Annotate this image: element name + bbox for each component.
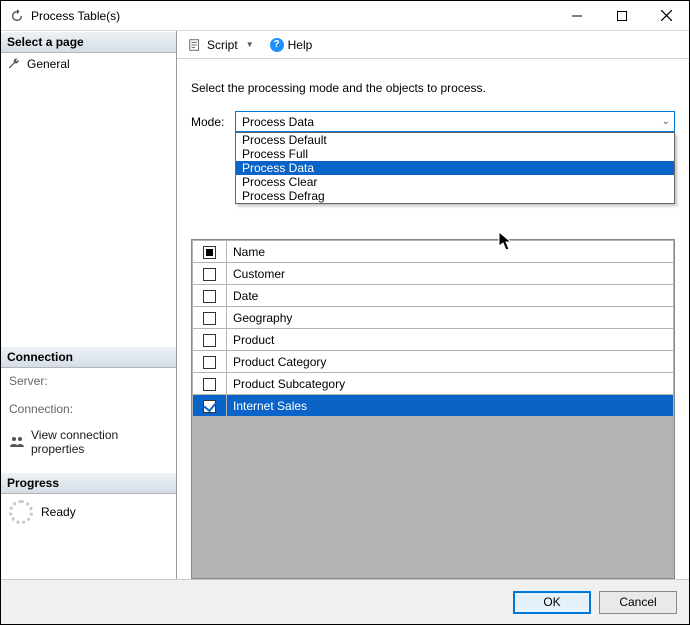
objects-table: Name Customer Date — [192, 240, 674, 417]
ok-button[interactable]: OK — [513, 591, 591, 614]
mode-option[interactable]: Process Data — [236, 161, 674, 175]
spinner-icon — [9, 500, 33, 524]
mode-option[interactable]: Process Defrag — [236, 189, 674, 203]
content: Select the processing mode and the objec… — [177, 59, 689, 579]
instruction-text: Select the processing mode and the objec… — [177, 59, 689, 111]
row-name: Internet Sales — [227, 395, 674, 417]
help-icon: ? — [270, 38, 284, 52]
mode-selected-value: Process Data — [242, 115, 314, 129]
table-row[interactable]: Customer — [193, 263, 674, 285]
wrench-icon — [7, 57, 21, 71]
connection-header: Connection — [1, 346, 176, 368]
toolbar: Script ▼ ? Help — [177, 31, 689, 59]
mode-dropdown: Process Default Process Full Process Dat… — [235, 132, 675, 204]
row-name: Product — [227, 329, 674, 351]
progress-status: Ready — [41, 505, 76, 519]
row-checkbox[interactable] — [203, 378, 216, 391]
people-icon — [9, 434, 25, 450]
script-button[interactable]: Script ▼ — [183, 35, 262, 55]
titlebar: Process Table(s) — [1, 1, 689, 31]
objects-grid: Name Customer Date — [191, 239, 675, 579]
row-checkbox[interactable] — [203, 312, 216, 325]
mode-option[interactable]: Process Clear — [236, 175, 674, 189]
table-row[interactable]: Product Category — [193, 351, 674, 373]
mode-row: Mode: Process Data ⌄ Process Default Pro… — [177, 111, 689, 132]
client-area: Select a page General Connection Server:… — [1, 31, 689, 579]
checkbox-indeterminate-icon — [203, 246, 216, 259]
table-header-row: Name — [193, 241, 674, 263]
row-checkbox[interactable] — [203, 290, 216, 303]
view-connection-properties-label: View connection properties — [31, 428, 170, 456]
chevron-down-icon[interactable]: ▼ — [242, 40, 258, 49]
row-checkbox[interactable] — [203, 356, 216, 369]
row-name: Product Subcategory — [227, 373, 674, 395]
refresh-icon — [9, 8, 25, 24]
mode-combobox[interactable]: Process Data ⌄ Process Default Process F… — [235, 111, 675, 132]
nav-item-label: General — [27, 57, 70, 71]
sidebar: Select a page General Connection Server:… — [1, 31, 177, 579]
mode-label: Mode: — [191, 115, 229, 129]
row-checkbox[interactable] — [203, 334, 216, 347]
progress-header: Progress — [1, 472, 176, 494]
row-name: Date — [227, 285, 674, 307]
table-row[interactable]: Product — [193, 329, 674, 351]
dialog-footer: OK Cancel — [1, 579, 689, 624]
page-nav: General — [1, 53, 176, 346]
connection-label: Connection: — [1, 396, 176, 424]
row-name: Product Category — [227, 351, 674, 373]
close-button[interactable] — [644, 1, 689, 30]
select-page-header: Select a page — [1, 31, 176, 53]
row-checkbox[interactable] — [203, 400, 216, 413]
view-connection-properties[interactable]: View connection properties — [1, 424, 176, 472]
row-checkbox[interactable] — [203, 268, 216, 281]
table-row[interactable]: Date — [193, 285, 674, 307]
chevron-down-icon: ⌄ — [662, 116, 670, 127]
mode-option[interactable]: Process Full — [236, 147, 674, 161]
table-row[interactable]: Product Subcategory — [193, 373, 674, 395]
progress-panel: Progress Ready — [1, 472, 176, 530]
minimize-button[interactable] — [554, 1, 599, 30]
help-label: Help — [288, 38, 313, 52]
window-title: Process Table(s) — [31, 9, 554, 23]
table-row[interactable]: Geography — [193, 307, 674, 329]
connection-panel: Connection Server: Connection: View conn… — [1, 346, 176, 472]
header-checkbox-cell[interactable] — [193, 241, 227, 263]
server-label: Server: — [1, 368, 176, 396]
mode-option[interactable]: Process Default — [236, 133, 674, 147]
row-name: Geography — [227, 307, 674, 329]
column-header-name[interactable]: Name — [227, 241, 674, 263]
nav-item-general[interactable]: General — [1, 56, 176, 72]
script-label: Script — [207, 38, 238, 52]
help-button[interactable]: ? Help — [266, 36, 317, 54]
row-name: Customer — [227, 263, 674, 285]
main-panel: Script ▼ ? Help Select the processing mo… — [177, 31, 689, 579]
maximize-button[interactable] — [599, 1, 644, 30]
cancel-button[interactable]: Cancel — [599, 591, 677, 614]
script-icon — [187, 37, 203, 53]
table-row[interactable]: Internet Sales — [193, 395, 674, 417]
